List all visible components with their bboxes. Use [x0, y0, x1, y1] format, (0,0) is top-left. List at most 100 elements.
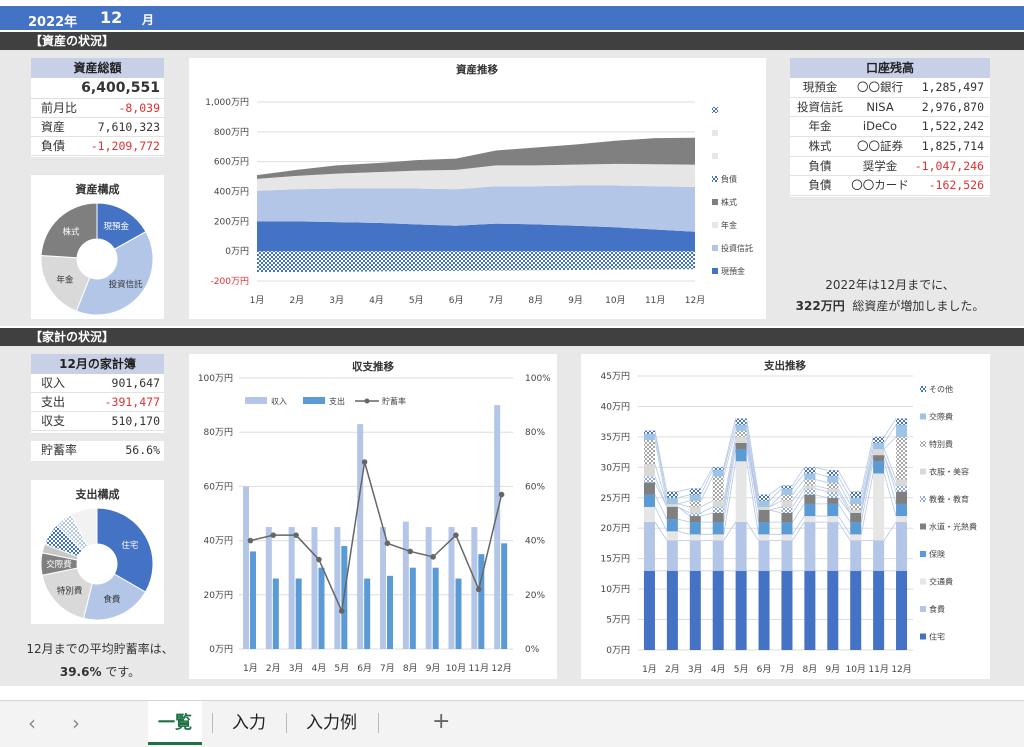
bar-segment-水道・光熱費 [804, 494, 816, 504]
bar-segment-交際費 [827, 476, 839, 483]
ledger-row-value: 901,647 [111, 376, 160, 390]
y2-tick-label: 100% [525, 374, 551, 384]
ledger-title: 12月の家計簿 [31, 354, 164, 374]
x-tick-label: 9月 [426, 663, 441, 674]
legend-label: 支出 [329, 396, 345, 406]
account-name: 〇〇証券 [857, 139, 903, 154]
prev-sheet-icon[interactable]: ‹ [22, 711, 42, 735]
area-負債 [257, 251, 695, 273]
add-sheet-icon[interactable]: + [432, 709, 450, 734]
bar-segment-住宅 [850, 570, 862, 650]
month-header: 2022年 12 月 [0, 6, 1024, 30]
bar-segment-食費 [827, 522, 839, 571]
bar-segment-教養・教育 [643, 476, 655, 483]
asset-note-line2: 総資産が増加しました。 [852, 299, 985, 313]
donut-label: 現預金 [103, 221, 129, 232]
legend-label: 負債 [721, 174, 737, 184]
x-tick-label: 4月 [312, 663, 327, 674]
bar-segment-その他 [896, 418, 908, 425]
legend-swatch [712, 268, 718, 274]
legend-label: 現預金 [721, 266, 745, 276]
tab-ichiran[interactable]: 一覧 [148, 701, 202, 745]
bar-segment-住宅 [758, 570, 770, 650]
y-tick-label: 0万円 [606, 645, 630, 656]
x-tick-label: 9月 [825, 664, 840, 675]
x-tick-label: 10月 [446, 663, 466, 674]
asset-trend-chart: 資産推移 -200万円 0万円 200万円 400万円 600万円 800万円 1,000万円… [189, 58, 766, 319]
account-type: 負債 [808, 178, 832, 193]
month-value[interactable]: 12 [100, 8, 122, 27]
account-balance: -1,047,246 [914, 158, 984, 173]
bar-segment-住宅 [712, 570, 724, 650]
asset-total-row-value: -1,209,772 [90, 139, 160, 153]
y-tick-label: 20万円 [204, 590, 233, 601]
bar-segment-食費 [643, 522, 655, 571]
y-tick-label: 5万円 [606, 615, 630, 626]
bar-segment-交通費 [643, 506, 655, 523]
tab-nyuryoku[interactable]: 入力 [222, 701, 276, 745]
account-type: 投資信託 [797, 99, 843, 114]
legend-label: 保険 [929, 549, 945, 559]
y-tick-label: 400万円 [214, 187, 249, 198]
asset-total-row-value: 7,610,323 [97, 120, 160, 134]
expense-trend-chart: 支出推移 0万円 5万円 10万円 15万円 20万円 25万円 30万円 35万円 40万円 45… [581, 354, 990, 679]
donut-label: 交際費 [46, 559, 72, 570]
point-savings-rate [316, 556, 322, 563]
x-tick-label: 11月 [868, 664, 888, 675]
bar-income [243, 486, 249, 649]
x-tick-label: 1月 [250, 295, 265, 306]
x-tick-label: 1月 [642, 664, 657, 675]
bar-expense [364, 578, 371, 649]
asset-total-box: 資産総額 6,400,551 前月比 -8,039 資産 7,610,323 負債 -1,… [31, 58, 164, 157]
bar-segment-交通費 [896, 516, 908, 523]
bar-segment-その他 [712, 467, 724, 471]
x-tick-label: 5月 [334, 663, 349, 674]
point-savings-rate [430, 554, 436, 560]
bar-segment-水道・光熱費 [689, 516, 701, 523]
bar-segment-保険 [850, 522, 862, 535]
legend-swatch [920, 468, 926, 475]
bar-segment-住宅 [873, 570, 885, 650]
bar-segment-交通費 [712, 534, 724, 541]
point-savings-rate [498, 491, 505, 498]
bar-segment-教養・教育 [689, 513, 701, 517]
bar-segment-保険 [804, 503, 816, 517]
donut-label: 食費 [103, 594, 121, 605]
bar-segment-その他 [643, 430, 655, 434]
tab-separator [286, 713, 287, 733]
legend-swatch [712, 199, 718, 205]
expense-chart-title: 支出推移 [763, 359, 806, 372]
bar-segment-交際費 [873, 442, 885, 450]
legend-label: 特別費 [929, 439, 953, 449]
legend-swatch [712, 153, 718, 159]
x-tick-label: 11月 [469, 663, 489, 674]
x-tick-label: 6月 [757, 664, 772, 675]
bar-income [334, 527, 341, 649]
legend-label: 水道・光熱費 [929, 522, 977, 532]
next-sheet-icon[interactable]: › [66, 711, 86, 735]
bar-segment-特別費 [689, 500, 701, 507]
bar-segment-教養・教育 [804, 488, 816, 495]
legend-label: 投資信託 [721, 243, 753, 253]
bar-segment-食費 [712, 540, 724, 571]
bar-segment-交際費 [643, 433, 655, 440]
bar-segment-その他 [827, 470, 839, 477]
y2-tick-label: 0% [525, 645, 540, 655]
expense-composition-donut: 住宅食費 特別費 交際費 [40, 507, 154, 621]
asset-total-row-label: 前月比 [41, 101, 78, 115]
asset-total-row: 前月比 -8,039 [31, 99, 164, 118]
account-balance: 1,522,242 [921, 119, 984, 134]
x-tick-label: 6月 [449, 295, 464, 306]
y2-tick-label: 40% [525, 537, 545, 547]
bar-segment-交際費 [804, 473, 816, 480]
expense-composition-box: 支出構成 住宅 食費 特別費 交際費 [31, 480, 164, 624]
account-name: NISA [866, 99, 894, 114]
tab-nyuryoku-rei[interactable]: 入力例 [296, 701, 367, 745]
bar-segment-交際費 [666, 497, 678, 504]
asset-total-row-label: 資産 [41, 120, 66, 134]
bar-segment-衣服・美容 [873, 449, 885, 456]
account-type: 現預金 [802, 80, 838, 94]
savings-note: 12月までの平均貯蓄率は、 39.6% です。 [25, 640, 175, 680]
bar-segment-保険 [643, 494, 655, 507]
legend-swatch [364, 398, 370, 404]
